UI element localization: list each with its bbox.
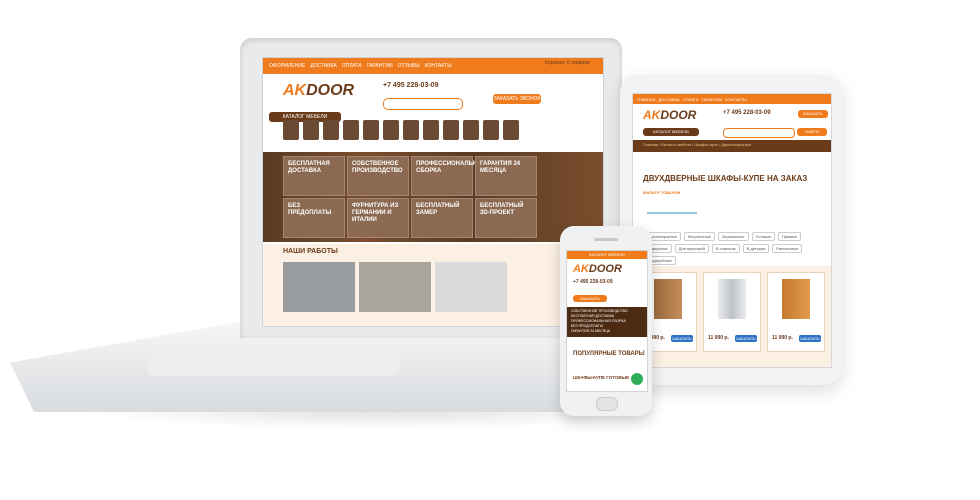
category-icon[interactable]: [343, 120, 359, 140]
chat-icon[interactable]: [631, 373, 643, 385]
product-image: [718, 279, 746, 319]
category-icon[interactable]: [403, 120, 419, 140]
laptop-menu-item[interactable]: КОНТАКТЫ: [425, 63, 452, 69]
work-photo[interactable]: [359, 262, 431, 312]
order-button[interactable]: ЗАКАЗАТЬ: [671, 335, 693, 342]
category-title[interactable]: ШКАФЫ-КУПЕ ГОТОВЫЕ: [573, 375, 629, 380]
laptop-search-input[interactable]: [383, 98, 463, 110]
benefit-tile[interactable]: БЕСПЛАТНЫЙ ЗАМЕР: [411, 198, 473, 238]
tablet-menu-item[interactable]: ДОСТАВКА: [658, 97, 679, 102]
product-price: 11 990 р.: [772, 335, 793, 341]
breadcrumb[interactable]: Главная / Каталог мебели / Шкафы-купе / …: [643, 142, 751, 147]
tablet-tags: Двухстворчатые Встроенные Зеркальные Угл…: [643, 232, 823, 265]
tablet-phone: +7 495 228-03-09: [723, 110, 771, 116]
benefit-tile[interactable]: БЕЗ ПРЕДОПЛАТЫ: [283, 198, 345, 238]
tag[interactable]: В спальню: [711, 244, 740, 253]
category-icon[interactable]: [383, 120, 399, 140]
work-photo[interactable]: [283, 262, 355, 312]
category-icon[interactable]: [463, 120, 479, 140]
laptop-phone: +7 495 228-03-09: [383, 82, 439, 89]
benefit-tile[interactable]: БЕСПЛАТНАЯ ДОСТАВКА: [283, 156, 345, 196]
phone-call-button[interactable]: ЗАКАЗАТЬ ЗВОНОК: [573, 295, 607, 308]
tablet-catalog-button[interactable]: КАТАЛОГ МЕБЕЛИ: [643, 128, 699, 136]
product-card[interactable]: 11 990 р. ЗАКАЗАТЬ: [703, 272, 761, 352]
tablet-call-button[interactable]: ЗАКАЗАТЬ ЗВОНОК: [798, 110, 828, 124]
category-icon[interactable]: [363, 120, 379, 140]
tablet-search-input[interactable]: [723, 128, 795, 138]
tag[interactable]: В детскую: [742, 244, 770, 253]
phone-benefits-list: СОБСТВЕННОЕ ПРОИЗВОДСТВО БЕСПЛАТНАЯ ДОСТ…: [567, 307, 647, 337]
category-icon[interactable]: [503, 120, 519, 140]
benefit-tile[interactable]: СОБСТВЕННОЕ ПРОИЗВОДСТВО: [347, 156, 409, 196]
laptop-works-section: НАШИ РАБОТЫ: [263, 244, 603, 326]
tablet-logo[interactable]: AKDOOR: [643, 108, 696, 122]
category-icon[interactable]: [283, 120, 299, 140]
benefit-tile[interactable]: ФУРНИТУРА ИЗ ГЕРМАНИИ И ИТАЛИИ: [347, 198, 409, 238]
phone-top-bar[interactable]: КАТАЛОГ МЕБЕЛИ: [567, 251, 647, 259]
category-icon[interactable]: [423, 120, 439, 140]
laptop-cart[interactable]: Корзина: 0 товаров: [545, 60, 599, 72]
laptop-menu-item[interactable]: ОФОРМЛЕНИЕ: [269, 63, 305, 69]
product-price: 11 990 р.: [708, 335, 729, 341]
tablet-menu-item[interactable]: ГЛАВНАЯ: [637, 97, 655, 102]
phone-home-button[interactable]: [596, 397, 618, 411]
category-icon[interactable]: [483, 120, 499, 140]
price-slider[interactable]: [647, 212, 697, 214]
laptop-trackpad: [146, 346, 404, 376]
tag[interactable]: Распашные: [772, 244, 803, 253]
laptop-call-button[interactable]: ЗАКАЗАТЬ ЗВОНОК: [493, 94, 541, 104]
product-image: [654, 279, 682, 319]
tablet-products: 11 990 р. ЗАКАЗАТЬ 11 990 р. ЗАКАЗАТЬ 11…: [633, 266, 831, 367]
laptop-category-icons: [283, 120, 593, 150]
tag[interactable]: Зеркальные: [717, 232, 749, 241]
order-button[interactable]: ЗАКАЗАТЬ: [735, 335, 757, 342]
phone-screen: КАТАЛОГ МЕБЕЛИ AKDOOR +7 495 228-03-09 З…: [566, 250, 648, 392]
tag[interactable]: Встроенные: [684, 232, 715, 241]
benefit-tile[interactable]: ПРОФЕССИОНАЛЬНАЯ СБОРКА: [411, 156, 486, 196]
popular-title: ПОПУЛЯРНЫЕ ТОВАРЫ: [573, 351, 645, 357]
tablet-search-button[interactable]: НАЙТИ: [797, 128, 827, 136]
product-image: [782, 279, 810, 319]
tablet-menu-item[interactable]: КОНТАКТЫ: [725, 97, 747, 102]
order-button[interactable]: ЗАКАЗАТЬ: [799, 335, 821, 342]
tag[interactable]: Для прихожей: [674, 244, 709, 253]
phone-speaker: [594, 238, 618, 241]
benefit-tile[interactable]: БЕСПЛАТНЫЙ 3D-ПРОЕКТ: [475, 198, 537, 238]
product-card[interactable]: 11 990 р. ЗАКАЗАТЬ: [767, 272, 825, 352]
benefit-item: ГАРАНТИЯ 24 МЕСЯЦА: [571, 329, 611, 333]
benefit-tile[interactable]: ГАРАНТИЯ 24 МЕСЯЦА: [475, 156, 537, 196]
category-icon[interactable]: [443, 120, 459, 140]
tablet-top-menu: ГЛАВНАЯ ДОСТАВКА ОПЛАТА ГАРАНТИИ КОНТАКТ…: [633, 94, 831, 104]
laptop-menu-item[interactable]: ДОСТАВКА: [310, 63, 337, 69]
laptop-header: AKDOOR +7 495 228-03-09 ЗАКАЗАТЬ ЗВОНОК …: [263, 74, 603, 122]
filter-label[interactable]: ФИЛЬТР ТОВАРОВ: [643, 190, 680, 195]
tablet-screen: ГЛАВНАЯ ДОСТАВКА ОПЛАТА ГАРАНТИИ КОНТАКТ…: [632, 93, 832, 368]
laptop-logo[interactable]: AKDOOR: [283, 82, 354, 100]
laptop-menu-item[interactable]: ОТЗЫВЫ: [398, 63, 420, 69]
phone-number: +7 495 228-03-09: [573, 279, 613, 285]
works-title: НАШИ РАБОТЫ: [283, 248, 338, 255]
category-icon[interactable]: [303, 120, 319, 140]
tag[interactable]: Угловые: [751, 232, 776, 241]
phone-logo[interactable]: AKDOOR: [573, 263, 622, 275]
tag[interactable]: Прямые: [778, 232, 802, 241]
tablet-menu-item[interactable]: ОПЛАТА: [683, 97, 699, 102]
laptop-benefits-grid: БЕСПЛАТНАЯ ДОСТАВКА СОБСТВЕННОЕ ПРОИЗВОД…: [263, 152, 603, 242]
laptop-menu-item[interactable]: ОПЛАТА: [342, 63, 362, 69]
laptop-menu-item[interactable]: ГАРАНТИИ: [367, 63, 393, 69]
work-photo[interactable]: [435, 262, 507, 312]
category-icon[interactable]: [323, 120, 339, 140]
tablet-menu-item[interactable]: ГАРАНТИИ: [702, 97, 723, 102]
page-title: ДВУХДВЕРНЫЕ ШКАФЫ-КУПЕ НА ЗАКАЗ: [643, 174, 808, 183]
laptop-screen: ОФОРМЛЕНИЕ ДОСТАВКА ОПЛАТА ГАРАНТИИ ОТЗЫ…: [262, 57, 604, 327]
